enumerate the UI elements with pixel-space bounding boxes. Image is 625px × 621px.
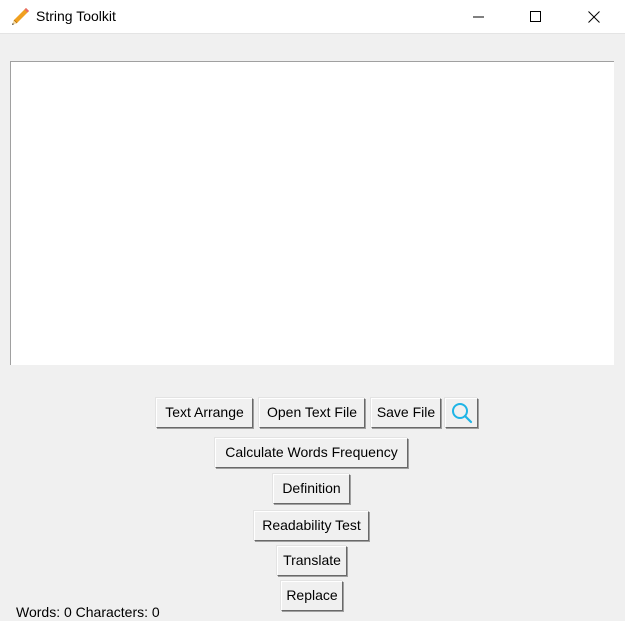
maximize-button[interactable]: [513, 0, 559, 33]
text-editor[interactable]: [10, 61, 614, 365]
close-icon: [588, 10, 600, 23]
minimize-icon: [473, 16, 484, 17]
window-title: String Toolkit: [36, 8, 116, 24]
translate-button[interactable]: Translate: [277, 546, 347, 576]
search-icon: [451, 403, 472, 424]
replace-button[interactable]: Replace: [281, 581, 343, 611]
save-file-button[interactable]: Save File: [371, 398, 441, 428]
status-word-count: Words: 0 Characters: 0: [16, 604, 160, 620]
search-button[interactable]: [445, 398, 478, 428]
definition-button[interactable]: Definition: [273, 474, 350, 504]
app-window: String Toolkit Text Arrange Open Text Fi…: [0, 0, 625, 621]
open-text-file-button[interactable]: Open Text File: [259, 398, 365, 428]
readability-test-button[interactable]: Readability Test: [254, 511, 369, 541]
pencil-icon: [9, 6, 31, 28]
title-bar[interactable]: String Toolkit: [0, 0, 625, 33]
minimize-button[interactable]: [456, 0, 502, 33]
maximize-icon: [530, 10, 541, 22]
calculate-words-frequency-button[interactable]: Calculate Words Frequency: [215, 438, 408, 468]
close-button[interactable]: [571, 0, 617, 33]
text-arrange-button[interactable]: Text Arrange: [156, 398, 253, 428]
title-separator: [0, 33, 625, 34]
